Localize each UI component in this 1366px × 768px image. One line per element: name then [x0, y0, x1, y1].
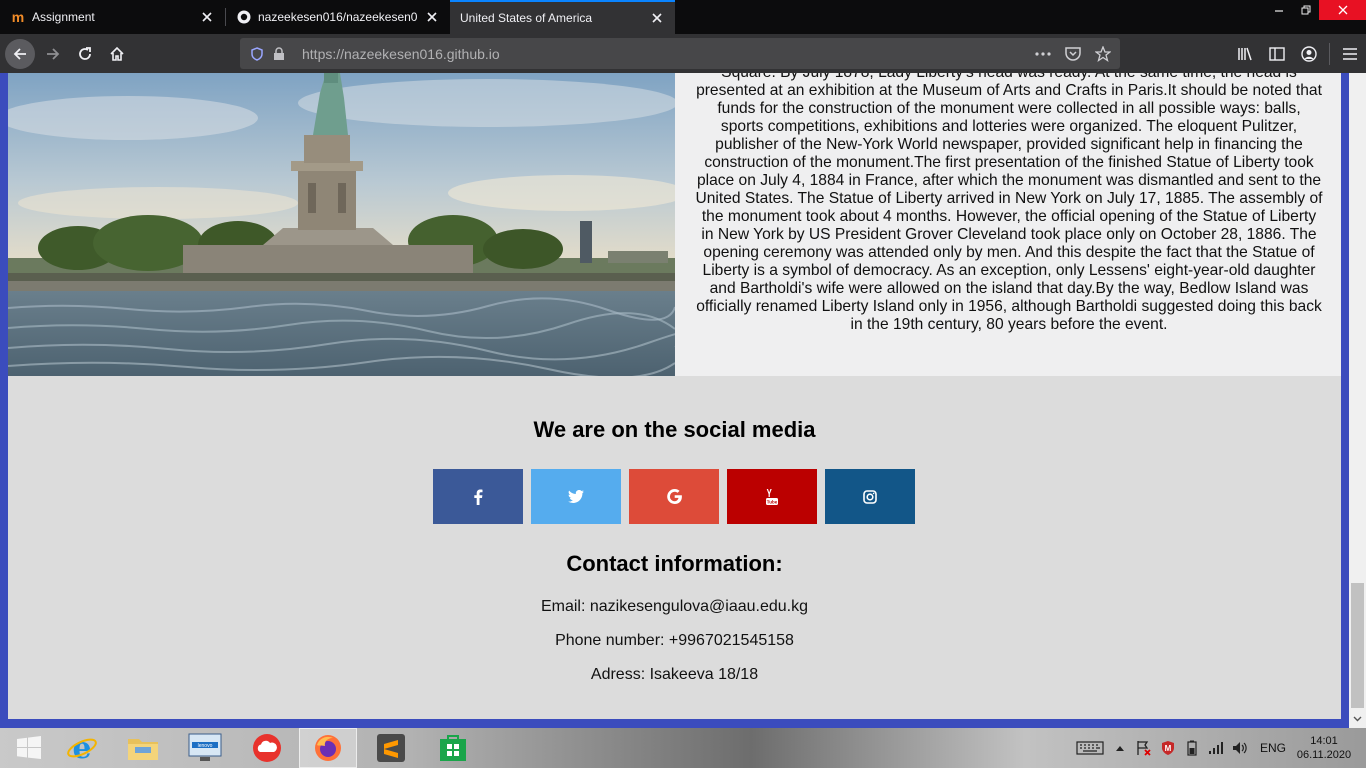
account-icon[interactable] — [1293, 39, 1325, 69]
instagram-button[interactable] — [825, 469, 915, 524]
internet-explorer-icon[interactable]: e — [53, 728, 111, 768]
moodle-icon: m — [11, 9, 25, 25]
volume-icon[interactable] — [1228, 728, 1252, 768]
lock-icon[interactable] — [268, 43, 290, 65]
tab-github[interactable]: nazeekesen016/nazeekesen016. — [226, 0, 450, 34]
menu-icon[interactable] — [1334, 39, 1366, 69]
svg-text:e: e — [72, 733, 91, 763]
toolbar-right — [1229, 39, 1366, 69]
close-icon[interactable] — [424, 9, 440, 25]
social-buttons: Tube — [433, 469, 915, 524]
scrollbar-thumb[interactable] — [1351, 583, 1364, 708]
reload-icon[interactable] — [70, 39, 100, 69]
language-indicator[interactable]: ENG — [1260, 741, 1286, 755]
signal-icon[interactable] — [1204, 728, 1228, 768]
tab-title: nazeekesen016/nazeekesen016. — [258, 10, 418, 24]
minimize-icon[interactable] — [1265, 0, 1292, 20]
forward-icon[interactable] — [38, 39, 68, 69]
firefox-icon[interactable] — [299, 728, 357, 768]
contact-address: Adress: Isakeeva 18/18 — [590, 666, 759, 683]
svg-text:Tube: Tube — [767, 499, 778, 504]
youtube-icon: Tube — [766, 488, 778, 505]
toolbar-separator — [1329, 43, 1330, 65]
store-icon[interactable] — [424, 728, 482, 768]
youtube-button[interactable]: Tube — [727, 469, 817, 524]
social-media-heading: We are on the social media — [533, 417, 816, 442]
restore-icon[interactable] — [1292, 0, 1319, 20]
page-content: Square. By July 1878, Lady Liberty's hea… — [8, 73, 1341, 719]
statue-of-liberty-photo — [8, 73, 675, 376]
url-text[interactable]: https://nazeekesen016.github.io — [302, 46, 1032, 62]
lenovo-icon[interactable]: lenovo — [176, 728, 234, 768]
tracking-shield-icon[interactable] — [246, 43, 268, 65]
scroll-down-icon[interactable] — [1349, 710, 1366, 727]
sidebar-icon[interactable] — [1261, 39, 1293, 69]
pocket-icon[interactable] — [1062, 43, 1084, 65]
url-bar[interactable]: https://nazeekesen016.github.io — [240, 38, 1120, 69]
home-icon[interactable] — [102, 39, 132, 69]
google-icon — [666, 489, 682, 504]
clock[interactable]: 14:01 06.11.2020 — [1294, 734, 1354, 762]
facebook-icon — [474, 489, 483, 505]
tab-title: Assignment — [32, 10, 95, 24]
cloud-app-icon[interactable] — [238, 728, 296, 768]
flag-alert-icon[interactable] — [1132, 728, 1156, 768]
library-icon[interactable] — [1229, 39, 1261, 69]
tab-title: United States of America — [460, 11, 593, 25]
tab-bar: m Assignment nazeekesen016/nazeekesen016… — [0, 0, 1366, 34]
facebook-button[interactable] — [433, 469, 523, 524]
history-article: Square. By July 1878, Lady Liberty's hea… — [675, 73, 1341, 376]
tab-assignment[interactable]: m Assignment — [0, 0, 225, 34]
tab-united-states[interactable]: United States of America — [450, 0, 675, 34]
contact-phone: Phone number: +9967021545158 — [555, 632, 794, 649]
bookmark-star-icon[interactable] — [1092, 43, 1114, 65]
article-paragraph: Square. By July 1878, Lady Liberty's hea… — [695, 73, 1323, 333]
instagram-icon — [863, 489, 877, 504]
google-button[interactable] — [629, 469, 719, 524]
window-controls — [1265, 0, 1366, 20]
back-icon[interactable] — [5, 39, 35, 69]
twitter-button[interactable] — [531, 469, 621, 524]
twitter-icon — [568, 490, 584, 503]
window-close-icon[interactable] — [1319, 0, 1366, 20]
windows-start-icon[interactable] — [0, 728, 58, 768]
system-tray: M ENG 14:01 06.11.2020 — [1072, 728, 1366, 768]
page-viewport: Square. By July 1878, Lady Liberty's hea… — [0, 73, 1366, 728]
contact-heading: Contact information: — [566, 551, 783, 576]
navigation-bar: https://nazeekesen016.github.io — [0, 34, 1366, 73]
svg-text:lenovo: lenovo — [198, 743, 213, 749]
keyboard-icon[interactable] — [1072, 728, 1108, 768]
svg-text:M: M — [1165, 744, 1172, 753]
clock-time: 14:01 — [1310, 735, 1338, 747]
antivirus-shield-icon[interactable]: M — [1156, 728, 1180, 768]
chevron-up-icon[interactable] — [1108, 728, 1132, 768]
close-icon[interactable] — [649, 10, 665, 26]
contact-email: Email: nazikesengulova@iaau.edu.kg — [540, 598, 809, 615]
page-actions-icon[interactable] — [1032, 43, 1054, 65]
file-explorer-icon[interactable] — [114, 728, 172, 768]
close-icon[interactable] — [199, 9, 215, 25]
github-icon — [236, 9, 252, 25]
battery-icon[interactable] — [1180, 728, 1204, 768]
windows-taskbar: e lenovo M ENG 14:01 06.11.2020 — [0, 728, 1366, 768]
clock-date: 06.11.2020 — [1296, 749, 1352, 761]
sublime-text-icon[interactable] — [362, 728, 420, 768]
